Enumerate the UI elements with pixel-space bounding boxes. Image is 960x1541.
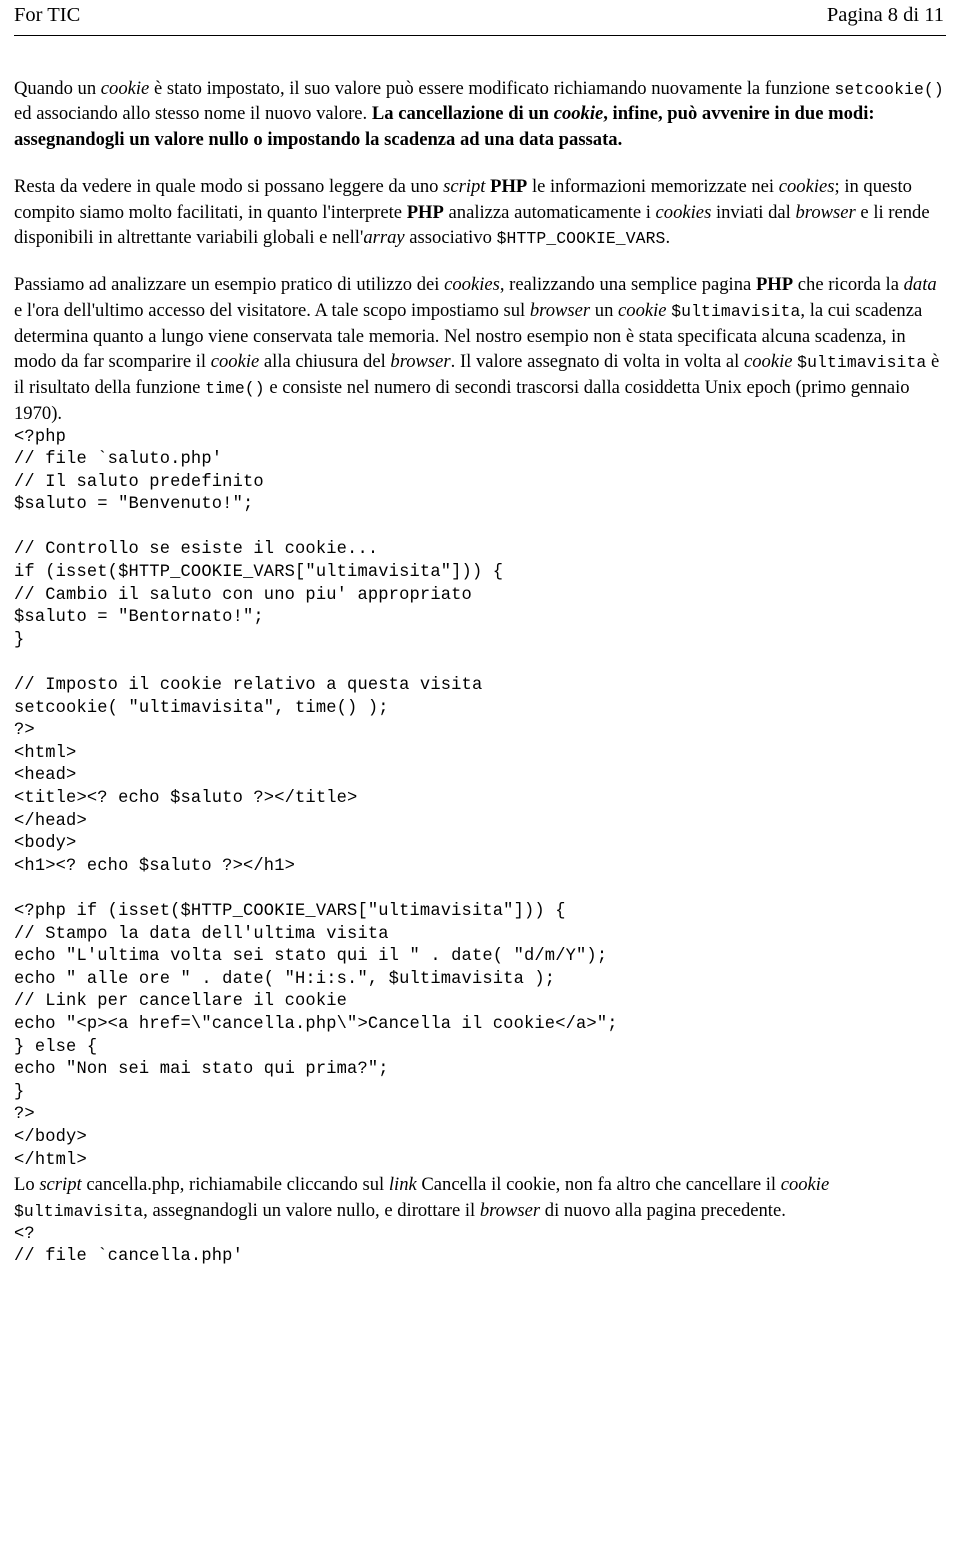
p4-text-3: Cancella il cookie, non fa altro che can… <box>416 1174 781 1196</box>
p1-bold-1: La cancellazione di un <box>371 103 554 125</box>
p1-italic-cookie: cookie <box>100 77 150 99</box>
p3-text-1: Passiamo ad analizzare un esempio pratic… <box>14 274 445 295</box>
p4-text-2: cancella.php, richiamabile cliccando sul <box>81 1174 389 1196</box>
p3-text-5: un <box>590 299 619 321</box>
p3-italic-browser-1: browser <box>529 299 591 321</box>
p2-italic-browser: browser <box>795 201 856 223</box>
document-page: For TIC Pagina 8 di 11 Quando un cookie … <box>0 0 960 1541</box>
code-listing-cancella-php: <? // file `cancella.php' <box>14 1224 243 1267</box>
page-content: Quando un cookie è stato impostato, il s… <box>14 36 946 1269</box>
p1-bold-italic-cookie: cookie <box>553 103 604 125</box>
p3-italic-cookie-1: cookie <box>618 299 667 321</box>
p3-text-8: . Il valore assegnato di volta in volta … <box>450 351 744 373</box>
p4-italic-browser: browser <box>479 1199 541 1221</box>
p1-text-2: è stato impostato, il suo valore può ess… <box>149 77 835 99</box>
p2-italic-cookies-1: cookies <box>778 175 835 197</box>
p4-text-4: , assegnandogli un valore nullo, e dirot… <box>143 1199 480 1221</box>
p2-bold-php-1: PHP <box>490 175 528 197</box>
running-header: For TIC Pagina 8 di 11 <box>14 0 946 26</box>
p2-italic-array: array <box>363 227 405 249</box>
paragraph-3: Passiamo ad analizzare un esempio pratic… <box>14 272 946 427</box>
p1-text-1: Quando un <box>14 77 101 99</box>
p4-italic-cookie: cookie <box>780 1174 830 1196</box>
p3-text-7: alla chiusura del <box>259 351 391 373</box>
p3-bold-php: PHP <box>755 274 794 295</box>
p3-text-2: , realizzando una semplice pagina <box>499 274 756 295</box>
header-page-number: Pagina 8 di 11 <box>826 4 944 26</box>
p2-italic-script: script <box>443 175 486 197</box>
paragraph-1: Quando un cookie è stato impostato, il s… <box>14 76 946 153</box>
p4-italic-script: script <box>39 1174 82 1196</box>
paragraph-2: Resta da vedere in quale modo si possano… <box>14 174 946 251</box>
paragraph-4: Lo script cancella.php, richiamabile cli… <box>14 1172 946 1224</box>
p2-italic-cookies-2: cookies <box>655 201 712 223</box>
p3-italic-data: data <box>903 274 937 295</box>
p2-text-5: inviati dal <box>711 201 796 223</box>
p4-italic-link: link <box>388 1174 417 1196</box>
p2-code-http-cookie-vars: $HTTP_COOKIE_VARS <box>496 229 666 249</box>
p2-text-7: associativo <box>404 227 497 249</box>
p3-text-3: che ricorda la <box>793 274 904 295</box>
p3-code-time: time() <box>205 379 265 398</box>
p4-text-1: Lo <box>14 1174 40 1196</box>
p3-italic-cookies: cookies <box>444 274 500 295</box>
p2-bold-php-2: PHP <box>406 201 444 223</box>
p4-code-ultimavisita: $ultimavisita <box>14 1201 144 1221</box>
p3-italic-cookie-3: cookie <box>743 351 793 373</box>
p3-code-ultimavisita-1: $ultimavisita <box>671 301 801 321</box>
p3-code-ultimavisita-2: $ultimavisita <box>797 353 927 373</box>
code-listing-saluto-php: <?php // file `saluto.php' // Il saluto … <box>14 427 618 1170</box>
p4-text-5: di nuovo alla pagina precedente. <box>540 1199 786 1221</box>
p1-code-setcookie: setcookie() <box>834 79 944 99</box>
p2-text-1: Resta da vedere in quale modo si possano… <box>14 175 444 197</box>
p3-italic-browser-2: browser <box>390 351 451 373</box>
header-left-label: For TIC <box>14 4 81 26</box>
p2-text-4: analizza automaticamente i <box>443 201 656 223</box>
p2-text-2: le informazioni memorizzate nei <box>527 175 779 197</box>
p3-text-4: e l'ora dell'ultimo accesso del visitato… <box>14 299 530 321</box>
p1-text-3: ed associando allo stesso nome il nuovo … <box>14 103 372 125</box>
p3-italic-cookie-2: cookie <box>210 351 260 373</box>
p2-text-8: . <box>665 227 671 249</box>
